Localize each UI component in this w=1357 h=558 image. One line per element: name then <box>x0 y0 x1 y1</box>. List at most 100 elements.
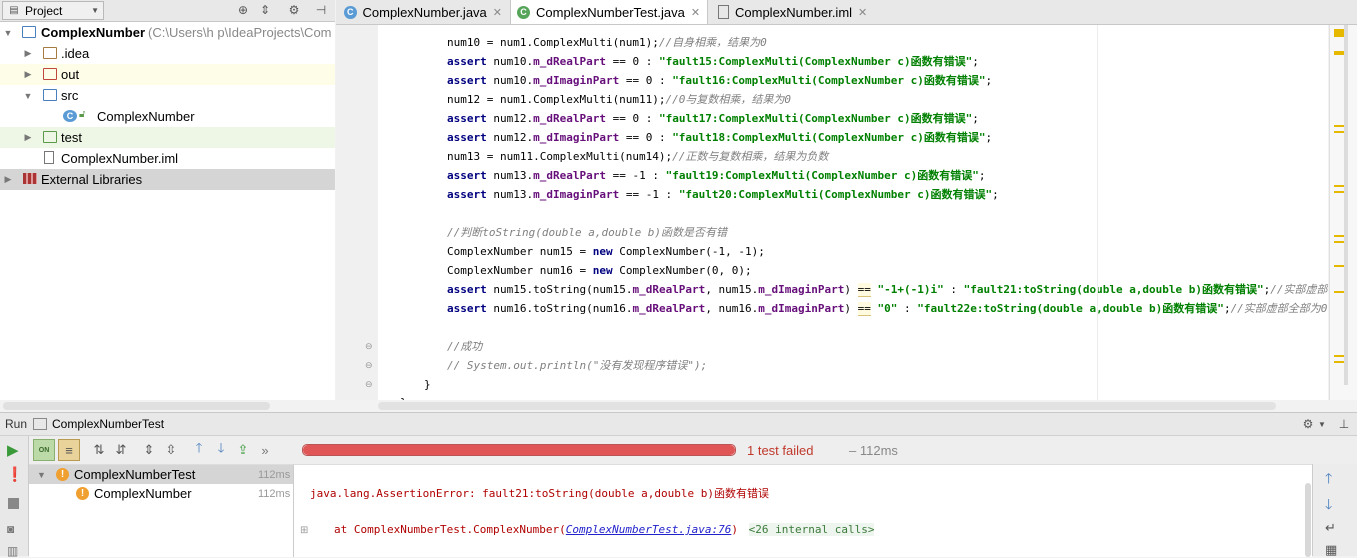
gear-icon[interactable]: ⚙ <box>1301 417 1315 431</box>
class-icon: C <box>344 5 357 19</box>
soft-wrap-icon[interactable]: ↵ <box>1325 520 1336 536</box>
console-side-toolbar: 🡑 🡓 ↵ ▦ <box>1312 464 1357 557</box>
stop-icon[interactable] <box>8 498 19 509</box>
fold-marker-icon[interactable]: ⊖ <box>365 379 373 390</box>
test-status: 1 test failed <box>747 443 814 458</box>
code-line: //判断toString(double a,double b)函数是否有错 <box>447 226 728 239</box>
collapse-all-icon[interactable]: ⇳ <box>160 439 182 461</box>
folder-label: .idea <box>61 46 90 61</box>
rerun-icon[interactable]: ▶ <box>7 441 19 459</box>
more-icon[interactable]: » <box>254 439 276 461</box>
sort-alpha-icon[interactable]: ⇅ <box>88 439 110 461</box>
code-line: assert num12.m_dRealPart == 0 : "fault17… <box>447 112 979 125</box>
project-view-label: Project <box>25 3 63 18</box>
console-vertical-scrollbar[interactable] <box>1305 483 1311 557</box>
tree-item-idea[interactable]: ▶ .idea <box>0 43 335 64</box>
project-tree: ▼ ComplexNumber (C:\Users\h p\IdeaProjec… <box>0 22 335 400</box>
camera-icon[interactable]: ◙ <box>7 522 14 536</box>
tree-item-test[interactable]: ▶ test <box>0 127 335 148</box>
code-line: } <box>424 378 431 391</box>
folder-icon <box>43 47 57 59</box>
tree-item-src[interactable]: ▼ src <box>0 85 335 106</box>
run-config-name[interactable]: ComplexNumberTest <box>52 417 164 431</box>
chevron-down-icon[interactable]: ▼ <box>1315 417 1329 431</box>
code-line: ComplexNumber num15 = new ComplexNumber(… <box>447 245 765 258</box>
excluded-folder-icon <box>43 68 57 80</box>
module-path: (C:\Users\h p\IdeaProjects\Com <box>148 25 332 40</box>
file-icon <box>44 151 54 164</box>
code-line: assert num16.toString(num16.m_dRealPart,… <box>447 302 1328 316</box>
assertion-error-line: java.lang.AssertionError: fault21:toStri… <box>310 487 769 500</box>
test-results-tree: ▼ ! ComplexNumberTest 112ms ! ComplexNum… <box>29 464 294 557</box>
chevron-right-icon[interactable]: ▶ <box>23 48 33 59</box>
close-icon[interactable]: ✕ <box>858 6 867 19</box>
code-line: } <box>400 393 407 400</box>
tree-item-module[interactable]: ▼ ComplexNumber (C:\Users\h p\IdeaProjec… <box>0 22 335 43</box>
chevron-down-icon[interactable]: ▼ <box>37 470 46 480</box>
source-link[interactable]: ComplexNumberTest.java:76 <box>566 523 732 536</box>
next-failed-icon[interactable]: 🡓 <box>210 439 232 461</box>
export-icon[interactable]: ⇪ <box>232 439 254 461</box>
expand-icon[interactable]: ⊞ <box>300 525 308 536</box>
module-name: ComplexNumber <box>41 25 146 40</box>
error-stripe[interactable] <box>1329 25 1357 400</box>
code-line: assert num12.m_dImaginPart == 0 : "fault… <box>447 131 993 144</box>
chevron-down-icon[interactable]: ▼ <box>3 28 13 38</box>
code-line: num12 = num1.ComplexMulti(num11);//0与复数相… <box>447 93 792 106</box>
chevron-down-icon[interactable]: ▼ <box>23 91 33 101</box>
tab-complexnumber-iml[interactable]: ComplexNumber.iml ✕ <box>712 0 880 24</box>
vertical-scrollbar[interactable] <box>1344 25 1348 385</box>
close-icon[interactable]: ✕ <box>691 6 700 19</box>
editor-horizontal-scrollbar[interactable] <box>378 402 1276 410</box>
fold-marker-icon[interactable]: ⊖ <box>365 360 373 371</box>
file-label: ComplexNumber.iml <box>61 151 179 166</box>
tree-item-class[interactable]: C 🔓︎ ComplexNumber <box>0 106 335 127</box>
test-progress-bar <box>302 444 736 456</box>
project-view-selector[interactable]: ▤ Project ▼ <box>2 1 104 20</box>
class-icon: C <box>63 110 77 122</box>
sort-duration-icon[interactable]: ⇵ <box>110 439 132 461</box>
chevron-right-icon[interactable]: ▶ <box>3 174 13 185</box>
code-line: // System.out.println("没有发现程序错误"); <box>447 359 708 372</box>
down-arrow-icon[interactable]: 🡓 <box>1325 494 1332 518</box>
close-icon[interactable]: ✕ <box>493 6 502 19</box>
test-duration: – 112ms <box>849 443 898 458</box>
code-line: assert num10.m_dImaginPart == 0 : "fault… <box>447 74 993 87</box>
internal-calls-badge[interactable]: <26 internal calls> <box>748 523 875 536</box>
libraries-label: External Libraries <box>41 172 143 187</box>
chevron-right-icon[interactable]: ▶ <box>23 132 33 143</box>
target-icon[interactable]: ⊕ <box>236 3 250 17</box>
code-line: num13 = num11.ComplexMulti(num14);//正数与复… <box>447 150 829 163</box>
gear-icon[interactable]: ⚙ <box>287 3 301 17</box>
tree-item-external-libraries[interactable]: ▶ External Libraries <box>0 169 335 190</box>
code-line: assert num15.toString(num15.m_dRealPart,… <box>447 283 1328 297</box>
tab-complexnumber-java[interactable]: C ComplexNumber.java ✕ <box>338 0 508 24</box>
folder-label: src <box>61 88 79 103</box>
tab-complexnumbertest-java[interactable]: C ComplexNumberTest.java ✕ <box>510 0 708 24</box>
hide-panel-icon[interactable]: ⊣ <box>314 3 328 17</box>
rerun-failed-icon[interactable]: ❗ <box>6 466 23 483</box>
test-case-row[interactable]: ! ComplexNumber 112ms <box>29 484 293 503</box>
fold-marker-icon[interactable]: ⊖ <box>365 341 373 352</box>
code-line: ComplexNumber num16 = new ComplexNumber(… <box>447 264 752 277</box>
code-editor[interactable]: num10 = num1.ComplexMulti(num1);//自身相乘，结… <box>378 25 1328 400</box>
failed-status-icon: ! <box>56 468 69 481</box>
expand-all-icon[interactable]: ⇕ <box>138 439 160 461</box>
up-arrow-icon[interactable]: 🡑 <box>1325 468 1332 492</box>
project-icon: ▤ <box>9 5 19 16</box>
chevron-right-icon[interactable]: ▶ <box>23 69 33 80</box>
show-passed-toggle[interactable]: ON <box>33 439 55 461</box>
test-suite-row[interactable]: ▼ ! ComplexNumberTest 112ms <box>29 465 293 484</box>
tab-label: ComplexNumberTest.java <box>536 4 685 20</box>
tree-item-iml[interactable]: ComplexNumber.iml <box>0 148 335 169</box>
editor-gutter[interactable]: ⊖ ⊖ ⊖ <box>336 25 379 400</box>
run-panel-header: Run ComplexNumberTest ⚙ ▼ ⊥ <box>0 412 1357 436</box>
collapse-icon[interactable]: ⇕ <box>258 3 272 17</box>
show-ignored-toggle[interactable]: ≡ <box>58 439 80 461</box>
console-output[interactable]: java.lang.AssertionError: fault21:toStri… <box>294 464 1312 557</box>
hide-panel-icon[interactable]: ⊥ <box>1337 417 1351 431</box>
code-line: //成功 <box>447 340 483 353</box>
project-horizontal-scrollbar[interactable] <box>3 402 270 410</box>
previous-failed-icon[interactable]: 🡑 <box>188 439 210 461</box>
tree-item-out[interactable]: ▶ out <box>0 64 335 85</box>
